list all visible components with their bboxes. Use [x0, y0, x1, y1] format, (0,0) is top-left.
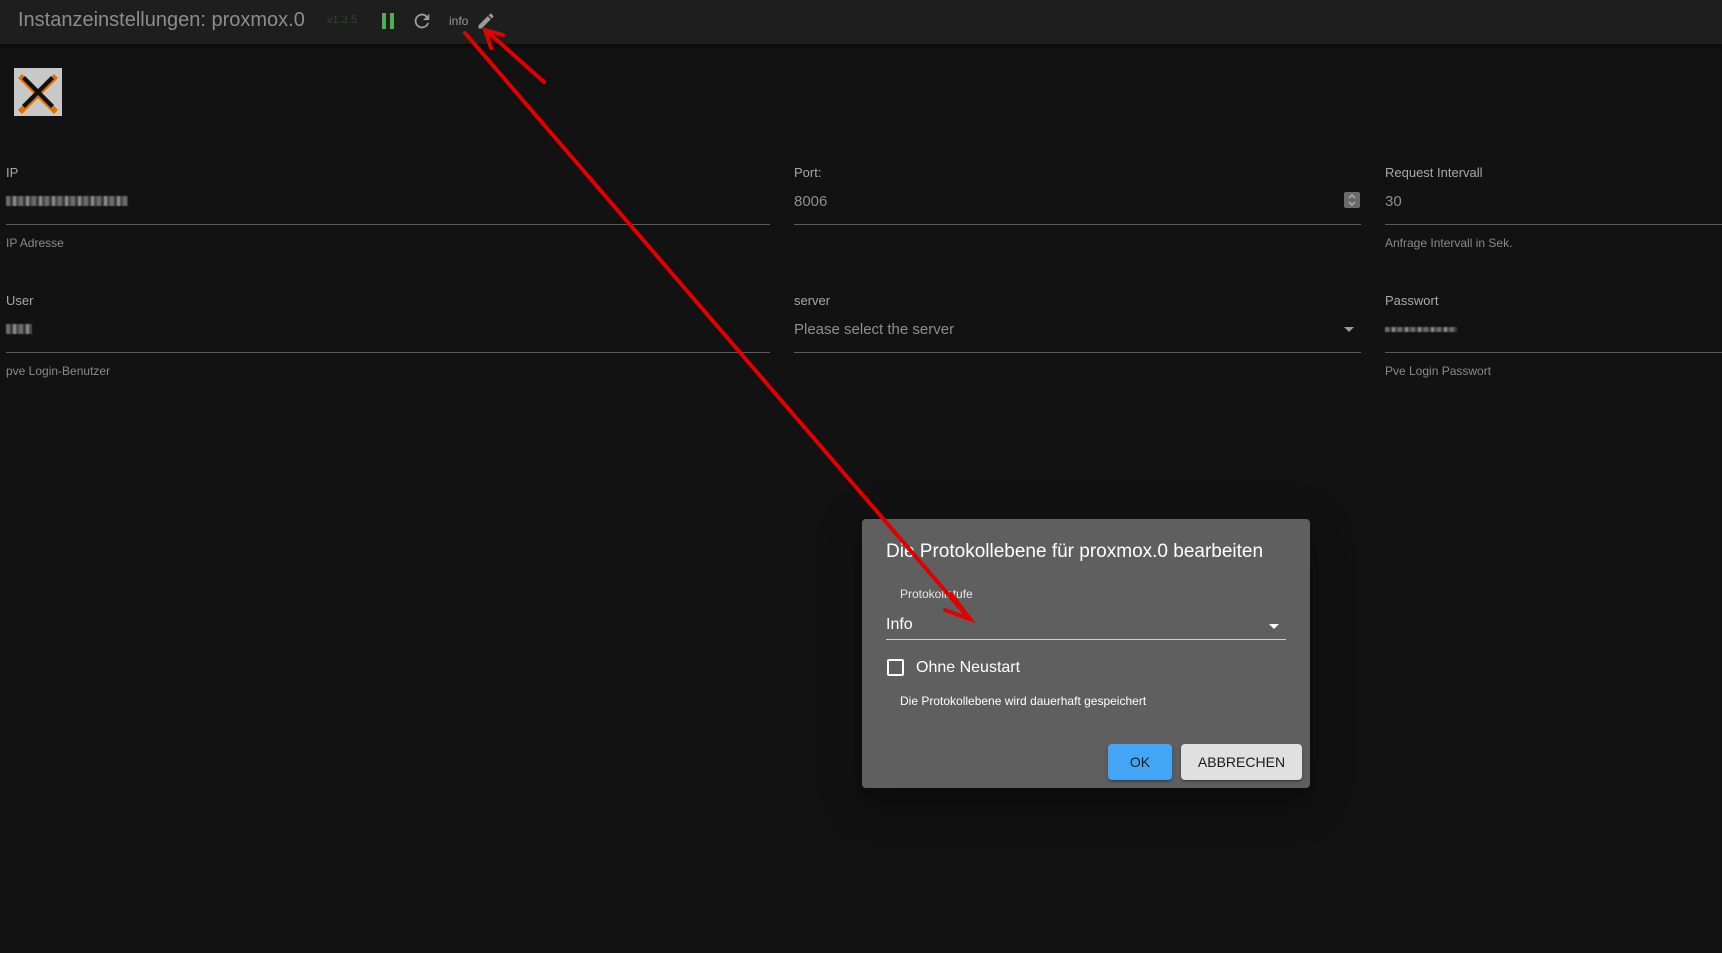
- server-select[interactable]: Please select the server: [794, 321, 954, 338]
- no-restart-label[interactable]: Ohne Neustart: [916, 659, 1020, 677]
- chevron-down-icon[interactable]: [1344, 327, 1354, 332]
- pause-icon[interactable]: [381, 13, 395, 29]
- version-label: v1.3.5: [327, 14, 357, 26]
- password-label: Passwort: [1385, 293, 1439, 308]
- server-label: server: [794, 293, 831, 308]
- ip-label: IP: [6, 165, 19, 180]
- dialog-title: Die Protokollebene für proxmox.0 bearbei…: [886, 541, 1264, 562]
- user-input-underline[interactable]: [6, 352, 770, 353]
- dialog-hint: Die Protokollebene wird dauerhaft gespei…: [900, 694, 1147, 708]
- log-level-select-label: Protokollstufe: [900, 587, 973, 601]
- ip-input-value-redacted[interactable]: [6, 196, 128, 206]
- user-input-value-redacted[interactable]: [6, 324, 32, 334]
- refresh-icon[interactable]: [411, 10, 433, 32]
- log-level-dialog: Die Protokollebene für proxmox.0 bearbei…: [862, 519, 1310, 788]
- ok-button[interactable]: OK: [1108, 744, 1172, 780]
- proxmox-logo: [14, 68, 62, 116]
- interval-input[interactable]: 30: [1385, 193, 1402, 210]
- ip-helper: IP Adresse: [6, 236, 64, 250]
- password-input-value-redacted[interactable]: [1385, 327, 1457, 332]
- ip-input-underline[interactable]: [6, 224, 770, 225]
- password-helper: Pve Login Passwort: [1385, 364, 1492, 378]
- password-input-underline[interactable]: [1385, 352, 1722, 353]
- port-stepper[interactable]: [1344, 192, 1360, 208]
- log-level-label[interactable]: info: [449, 14, 468, 28]
- edit-icon[interactable]: [476, 11, 496, 31]
- top-bar: Instanzeinstellungen: proxmox.0 v1.3.5 i…: [0, 0, 1722, 44]
- cancel-button[interactable]: ABBRECHEN: [1181, 744, 1302, 780]
- log-level-select-underline[interactable]: [886, 639, 1286, 640]
- port-input[interactable]: 8006: [794, 193, 827, 210]
- user-helper: pve Login-Benutzer: [6, 364, 111, 378]
- interval-input-underline[interactable]: [1385, 224, 1722, 225]
- interval-helper: Anfrage Intervall in Sek.: [1385, 236, 1513, 250]
- log-level-select[interactable]: Info: [886, 616, 913, 634]
- page-title: Instanzeinstellungen: proxmox.0: [18, 9, 305, 31]
- port-input-underline[interactable]: [794, 224, 1361, 225]
- user-label: User: [6, 293, 34, 308]
- annotation-arrows: [463, 27, 976, 624]
- chevron-down-icon[interactable]: [1269, 624, 1279, 629]
- server-select-underline[interactable]: [794, 352, 1361, 353]
- interval-label: Request Intervall: [1385, 165, 1483, 180]
- port-label: Port:: [794, 165, 822, 180]
- no-restart-checkbox[interactable]: [887, 659, 904, 676]
